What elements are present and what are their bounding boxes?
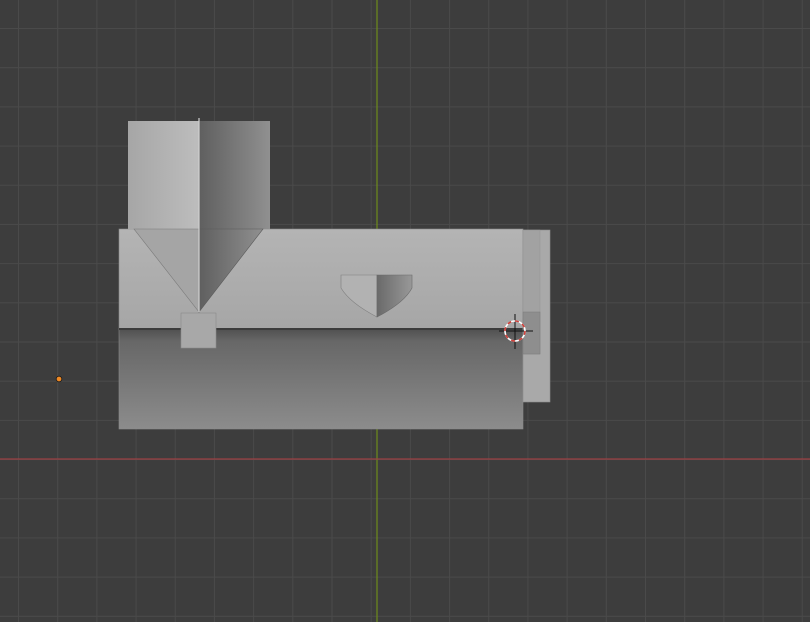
hopper-left-face bbox=[128, 121, 199, 229]
viewport-canvas[interactable] bbox=[0, 0, 810, 622]
mesh-object[interactable] bbox=[118, 118, 551, 430]
hopper-right-face bbox=[199, 121, 270, 229]
3d-viewport[interactable] bbox=[0, 0, 810, 622]
mesh-small-block bbox=[180, 312, 217, 349]
mesh-lower-body bbox=[118, 328, 524, 430]
object-origin-icon[interactable] bbox=[55, 375, 63, 383]
